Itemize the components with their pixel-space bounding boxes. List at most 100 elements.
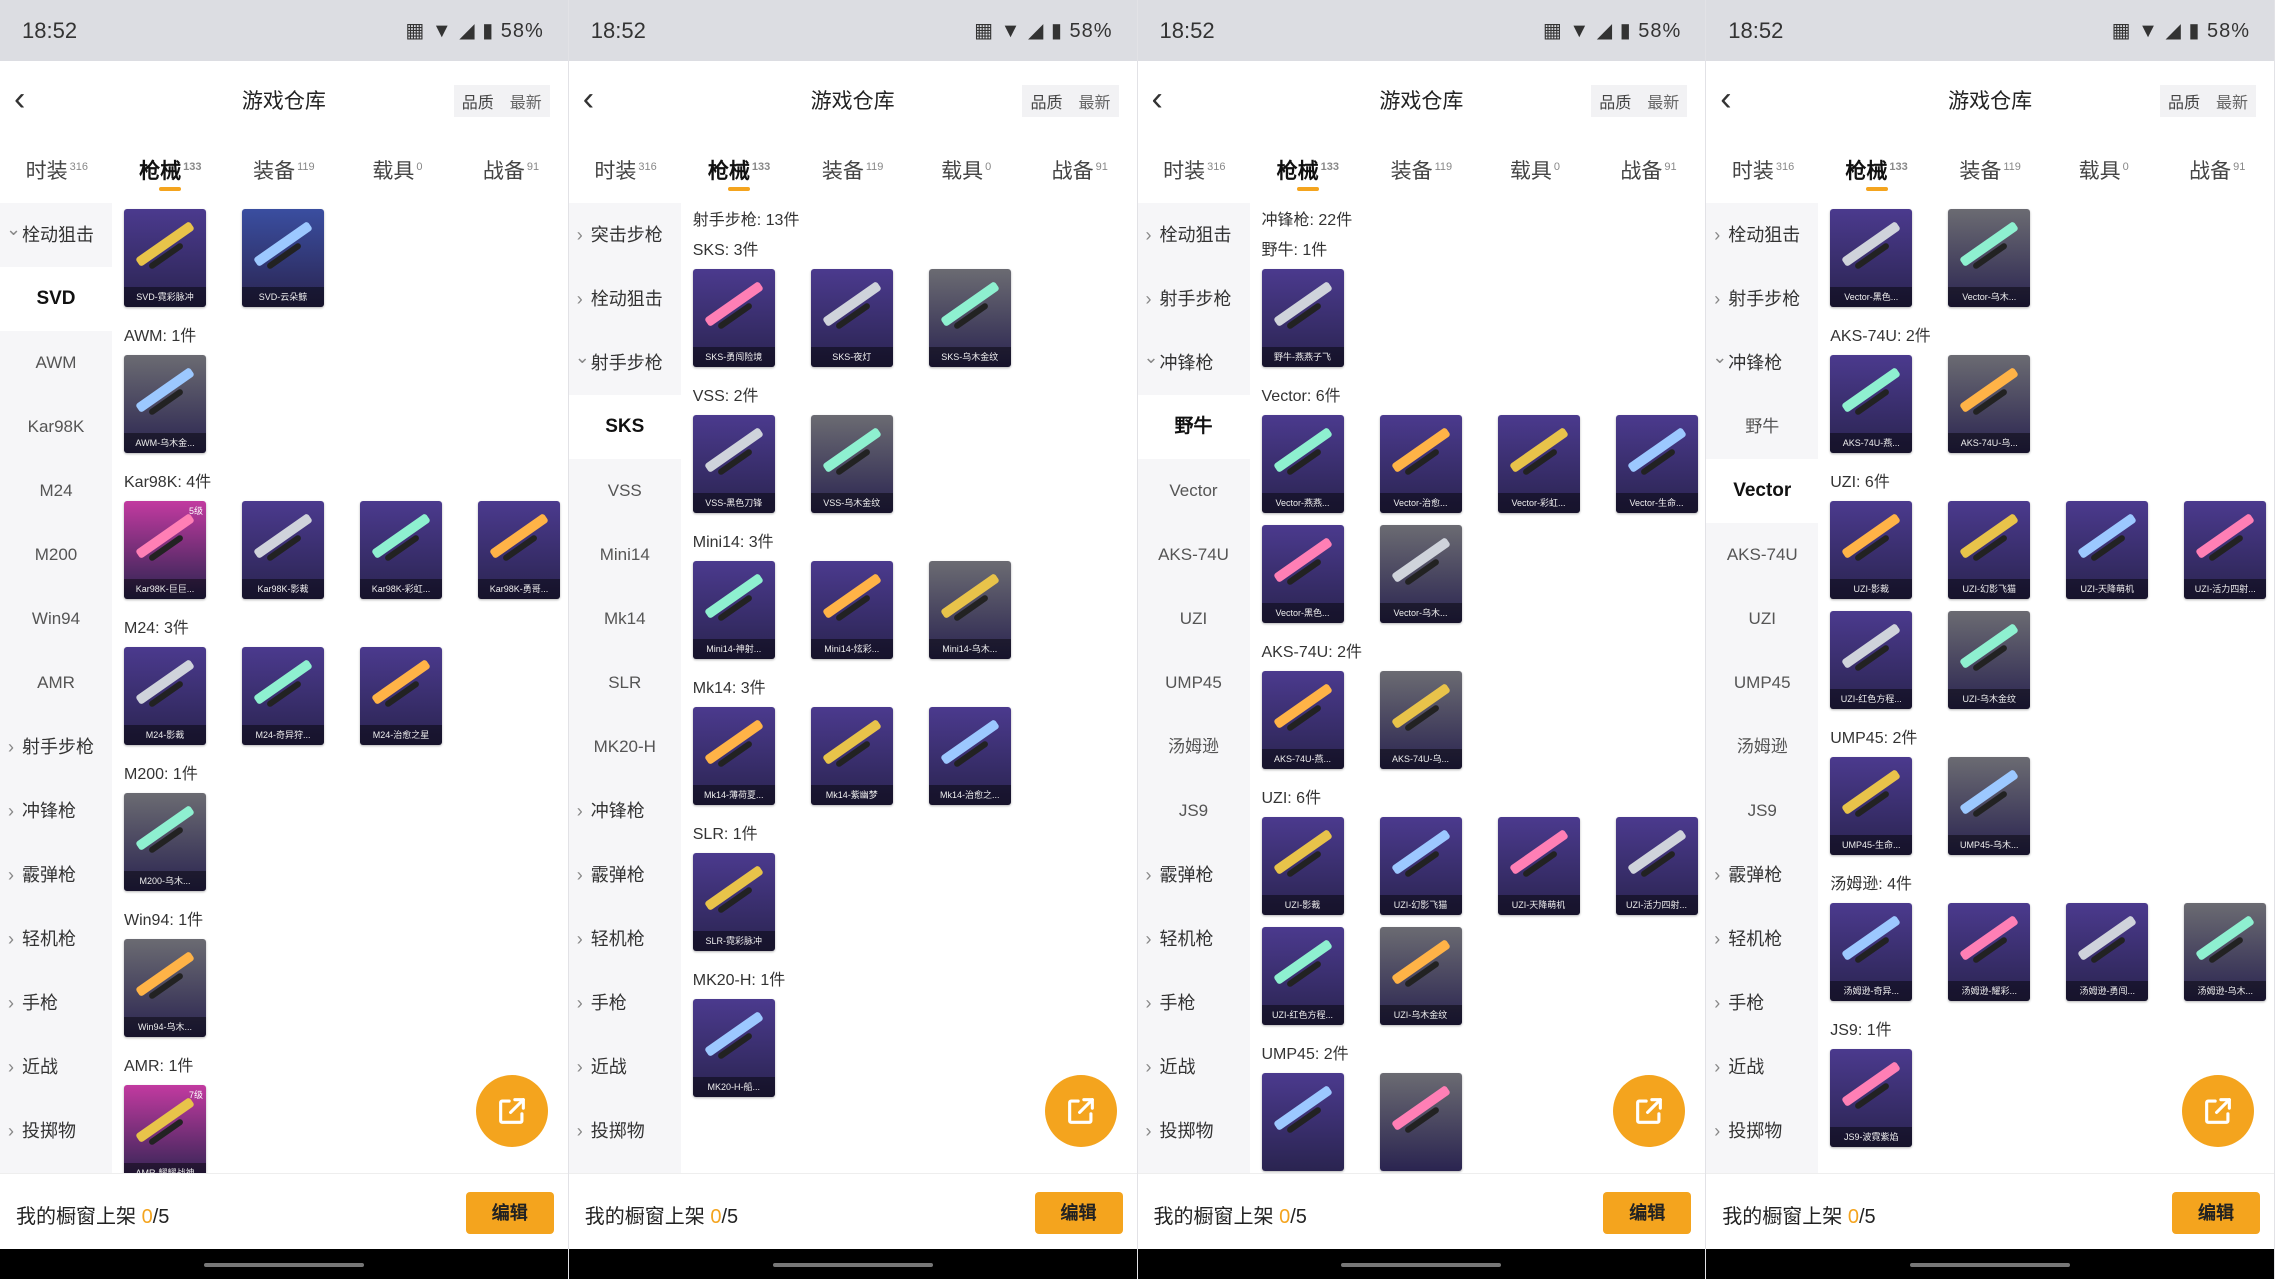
- edit-button[interactable]: 编辑: [1034, 1192, 1123, 1234]
- sidebar-item[interactable]: 冲锋枪: [569, 779, 681, 843]
- sidebar-item[interactable]: 近战: [1706, 1035, 1818, 1099]
- tab-3[interactable]: 载具 0: [909, 139, 1023, 203]
- weapon-card[interactable]: VSS-乌木金纹: [810, 415, 893, 513]
- tab-1[interactable]: 枪械 133: [114, 139, 228, 203]
- weapon-card[interactable]: M24-影裁: [124, 647, 206, 745]
- weapon-card[interactable]: Mini14-神射...: [692, 561, 775, 659]
- sidebar-item[interactable]: 野牛: [1137, 395, 1250, 459]
- sidebar-item[interactable]: 投掷物: [1138, 1099, 1250, 1163]
- sort-quality-button[interactable]: 品质: [453, 85, 502, 117]
- sidebar-item[interactable]: UZI: [1706, 587, 1818, 651]
- edit-button[interactable]: 编辑: [1603, 1192, 1692, 1234]
- weapon-card[interactable]: Kar98K-彩虹...: [360, 501, 442, 599]
- tab-0[interactable]: 时装 316: [0, 139, 114, 203]
- weapon-card[interactable]: 汤姆逊-耀彩...: [1948, 903, 2031, 1001]
- sidebar-item[interactable]: Kar98K: [0, 395, 112, 459]
- sidebar-item[interactable]: 栓动狙击: [1138, 203, 1250, 267]
- sidebar-item[interactable]: 投掷物: [569, 1099, 681, 1163]
- edit-button[interactable]: 编辑: [2172, 1192, 2260, 1234]
- sidebar-item[interactable]: 栓动狙击: [0, 203, 112, 267]
- sidebar-item[interactable]: SLR: [569, 651, 681, 715]
- sidebar-item[interactable]: SVD: [0, 267, 112, 331]
- tab-2[interactable]: 装备 119: [227, 139, 341, 203]
- sidebar-item[interactable]: JS9: [1138, 779, 1250, 843]
- sidebar-item[interactable]: 霰弹枪: [569, 843, 681, 907]
- sidebar-item[interactable]: 冲锋枪: [0, 779, 112, 843]
- weapon-card[interactable]: 7级 AMR-耀耀战神: [124, 1085, 206, 1173]
- share-button[interactable]: [475, 1075, 548, 1147]
- weapon-card[interactable]: Vector-燕燕...: [1261, 415, 1344, 513]
- weapon-card[interactable]: M200-乌木...: [124, 793, 206, 891]
- weapon-card[interactable]: Mk14-治愈之...: [928, 707, 1011, 805]
- tab-0[interactable]: 时装 316: [1138, 139, 1252, 203]
- sidebar-item[interactable]: 射手步枪: [1706, 267, 1818, 331]
- tab-2[interactable]: 装备 119: [796, 139, 910, 203]
- tab-3[interactable]: 载具 0: [341, 139, 455, 203]
- sidebar-item[interactable]: 霰弹枪: [0, 843, 112, 907]
- edit-button[interactable]: 编辑: [465, 1192, 554, 1234]
- weapon-card[interactable]: UMP45-生命...: [1830, 757, 1913, 855]
- sidebar-item[interactable]: JS9: [1706, 779, 1818, 843]
- sidebar-item[interactable]: 手枪: [569, 971, 681, 1035]
- sidebar-item[interactable]: 轻机枪: [569, 907, 681, 971]
- sidebar-item[interactable]: 近战: [0, 1035, 112, 1099]
- sidebar-item[interactable]: M200: [0, 523, 112, 587]
- tab-4[interactable]: 战备 91: [1592, 139, 1706, 203]
- weapon-card[interactable]: SVD-云朵鲸: [242, 209, 324, 307]
- weapon-card[interactable]: 5级 Kar98K-巨巨...: [124, 501, 206, 599]
- tab-3[interactable]: 载具 0: [2047, 139, 2161, 203]
- sidebar-item[interactable]: 手枪: [1706, 971, 1818, 1035]
- weapon-card[interactable]: Vector-黑色...: [1830, 209, 1913, 307]
- sidebar-item[interactable]: 霰弹枪: [1706, 843, 1818, 907]
- weapon-card[interactable]: Vector-黑色...: [1261, 525, 1344, 623]
- sort-latest-button[interactable]: 最新: [1070, 85, 1119, 117]
- sidebar-item[interactable]: 轻机枪: [0, 907, 112, 971]
- weapon-card[interactable]: Vector-彩虹...: [1497, 415, 1580, 513]
- weapon-card[interactable]: UMP45-乌木...: [1948, 757, 2031, 855]
- weapon-card[interactable]: Vector-生命...: [1615, 415, 1698, 513]
- weapon-card[interactable]: [1379, 1073, 1462, 1171]
- sidebar-item[interactable]: 投掷物: [0, 1099, 112, 1163]
- share-button[interactable]: [2182, 1075, 2254, 1147]
- sidebar-item[interactable]: 近战: [569, 1035, 681, 1099]
- weapon-card[interactable]: SKS-勇闯险境: [692, 269, 775, 367]
- weapon-card[interactable]: SKS-夜灯: [810, 269, 893, 367]
- weapon-card[interactable]: UZI-影裁: [1261, 817, 1344, 915]
- weapon-card[interactable]: AKS-74U-乌...: [1948, 355, 2031, 453]
- weapon-card[interactable]: 汤姆逊-勇闯...: [2066, 903, 2149, 1001]
- tab-1[interactable]: 枪械 133: [1820, 139, 1934, 203]
- sort-toggle[interactable]: 品质 最新: [2159, 85, 2256, 117]
- weapon-card[interactable]: Vector-乌木...: [1948, 209, 2031, 307]
- weapon-card[interactable]: 汤姆逊-乌木...: [2184, 903, 2267, 1001]
- sort-quality-button[interactable]: 品质: [1022, 85, 1071, 117]
- weapon-card[interactable]: UZI-幻影飞猫: [1948, 501, 2031, 599]
- weapon-card[interactable]: UZI-天降萌机: [1497, 817, 1580, 915]
- sidebar-item[interactable]: 射手步枪: [0, 715, 112, 779]
- sidebar-item[interactable]: UZI: [1138, 587, 1250, 651]
- weapon-card[interactable]: UZI-红色方程...: [1261, 927, 1344, 1025]
- sort-latest-button[interactable]: 最新: [2207, 85, 2256, 117]
- tab-4[interactable]: 战备 91: [2160, 139, 2274, 203]
- sort-quality-button[interactable]: 品质: [2159, 85, 2208, 117]
- sidebar-item[interactable]: 野牛: [1706, 395, 1818, 459]
- sidebar-item[interactable]: 汤姆逊: [1138, 715, 1250, 779]
- tab-1[interactable]: 枪械 133: [1251, 139, 1365, 203]
- home-indicator[interactable]: [1910, 1263, 2071, 1267]
- sort-latest-button[interactable]: 最新: [1639, 85, 1688, 117]
- tab-3[interactable]: 载具 0: [1478, 139, 1592, 203]
- weapon-card[interactable]: UZI-活力四射...: [2184, 501, 2267, 599]
- sidebar-item[interactable]: MK20-H: [569, 715, 681, 779]
- weapon-card[interactable]: Kar98K-影裁: [242, 501, 324, 599]
- weapon-card[interactable]: SVD-霓彩脉冲: [124, 209, 206, 307]
- weapon-card[interactable]: Mk14-紫幽梦: [810, 707, 893, 805]
- weapon-card[interactable]: Mini14-炫彩...: [810, 561, 893, 659]
- weapon-card[interactable]: VSS-黑色刀锋: [692, 415, 775, 513]
- sort-quality-button[interactable]: 品质: [1591, 85, 1640, 117]
- weapon-card[interactable]: SKS-乌木金纹: [928, 269, 1011, 367]
- sidebar-item[interactable]: 射手步枪: [569, 325, 681, 395]
- weapon-card[interactable]: 野牛-燕燕子飞: [1261, 269, 1344, 367]
- sidebar-item[interactable]: 霰弹枪: [1138, 843, 1250, 907]
- weapon-card[interactable]: AKS-74U-乌...: [1379, 671, 1462, 769]
- sidebar-item[interactable]: 近战: [1138, 1035, 1250, 1099]
- sort-latest-button[interactable]: 最新: [501, 85, 550, 117]
